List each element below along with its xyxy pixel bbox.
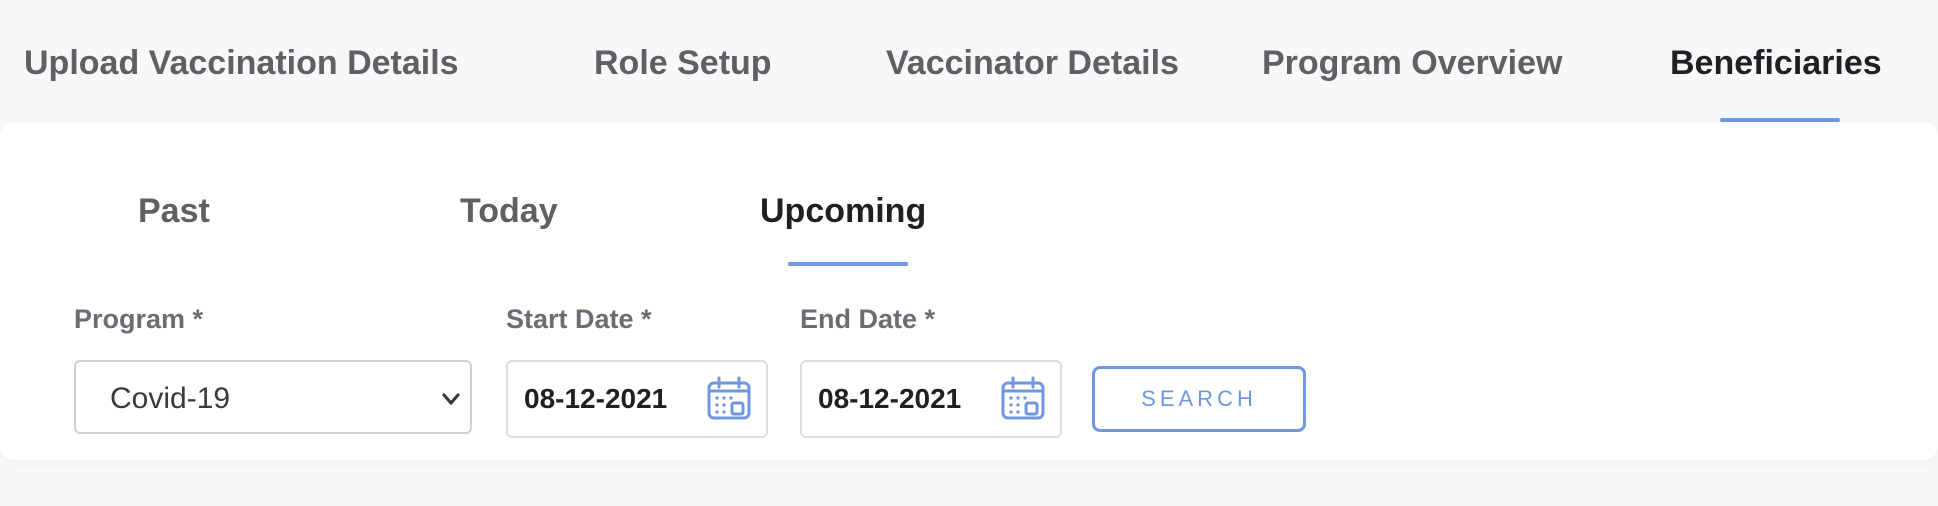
calendar-icon[interactable] (1000, 376, 1046, 422)
beneficiaries-panel: Past Today Upcoming Program * Start Date… (0, 122, 1938, 460)
search-button[interactable]: SEARCH (1092, 366, 1306, 432)
subtab-upcoming[interactable]: Upcoming (760, 192, 926, 231)
calendar-icon[interactable] (706, 376, 752, 422)
start-date-label: Start Date * (506, 304, 652, 334)
active-subtab-indicator (788, 262, 908, 266)
start-date-input[interactable]: 08-12-2021 (506, 360, 768, 438)
program-select[interactable]: Covid-19 (74, 360, 472, 434)
end-date-label: End Date * (800, 304, 936, 334)
tab-beneficiaries[interactable]: Beneficiaries (1670, 44, 1882, 83)
end-date-input[interactable]: 08-12-2021 (800, 360, 1062, 438)
chevron-down-icon (442, 393, 460, 405)
tab-vaccinator-details[interactable]: Vaccinator Details (886, 44, 1179, 83)
program-select-value: Covid-19 (110, 382, 231, 415)
subtab-today[interactable]: Today (460, 192, 558, 231)
tab-program-overview[interactable]: Program Overview (1262, 44, 1562, 83)
start-date-value: 08-12-2021 (524, 383, 668, 414)
end-date-value: 08-12-2021 (818, 383, 962, 414)
tab-role-setup[interactable]: Role Setup (594, 44, 772, 83)
program-label: Program * (74, 304, 204, 334)
subtab-past[interactable]: Past (138, 192, 210, 231)
tab-upload-vaccination-details[interactable]: Upload Vaccination Details (24, 44, 459, 83)
top-nav-tabs: Upload Vaccination Details Role Setup Va… (0, 0, 1938, 122)
